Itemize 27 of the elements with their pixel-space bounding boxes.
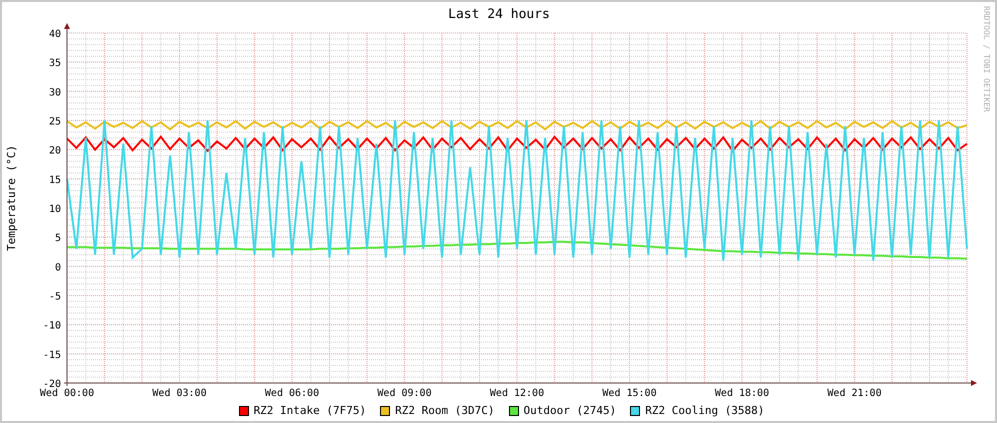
x-tick-label: Wed 21:00	[827, 388, 882, 399]
x-tick-label: Wed 15:00	[602, 388, 657, 399]
y-tick-label: 20	[48, 146, 61, 157]
x-tick-label: Wed 03:00	[152, 388, 207, 399]
y-tick-label: -5	[48, 292, 61, 302]
legend-label: Outdoor (2745)	[524, 404, 616, 417]
x-tick-label: Wed 18:00	[714, 388, 770, 399]
legend-label: RZ2 Cooling (3588)	[645, 404, 764, 417]
x-tick-label: Wed 06:00	[264, 388, 320, 399]
y-tick-label: 30	[48, 87, 61, 98]
y-tick-label: 15	[48, 174, 61, 186]
y-tick-label: 5	[54, 233, 61, 244]
y-tick-label: 40	[48, 29, 61, 40]
y-tick-label: 0	[54, 262, 61, 274]
x-tick-label: Wed 00:00	[40, 388, 94, 399]
x-tick-label: Wed 12:00	[490, 388, 544, 399]
chart-title: Last 24 hours	[448, 7, 550, 22]
legend-label: RZ2 Intake (7F75)	[254, 404, 366, 417]
credit-text: RRDTOOL / TOBI OETIKER	[982, 6, 991, 112]
y-tick-label: 35	[48, 58, 61, 70]
y-tick-label: 10	[48, 204, 61, 215]
y-tick-label: -10	[42, 320, 61, 332]
x-tick-label: Wed 09:00	[377, 388, 432, 399]
y-axis-title: Temperature (°C)	[5, 145, 18, 251]
y-tick-label: 25	[48, 116, 61, 128]
y-tick-label: -15	[42, 350, 61, 361]
legend-label: RZ2 Room (3D7C)	[395, 404, 494, 417]
